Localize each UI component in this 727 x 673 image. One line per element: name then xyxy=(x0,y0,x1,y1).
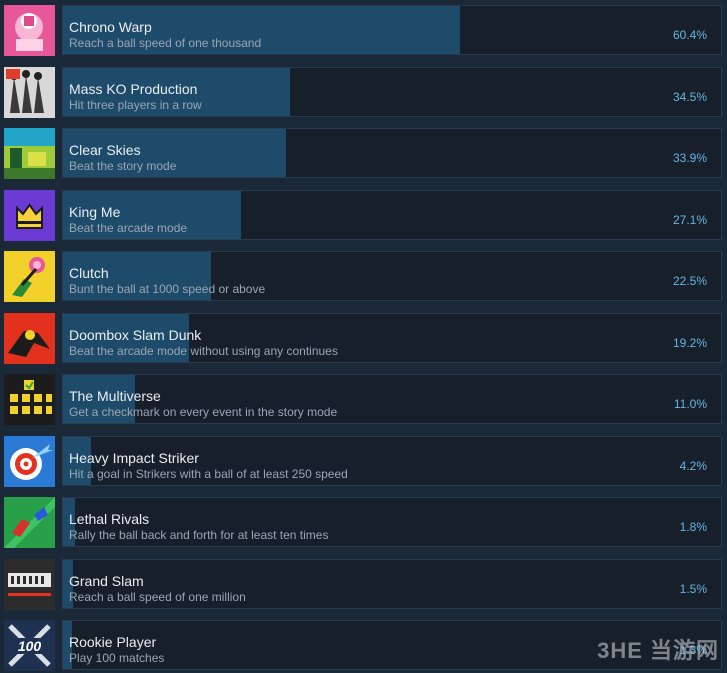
achievement-row[interactable]: Grand Slam Reach a ball speed of one mil… xyxy=(0,554,727,612)
achievement-title: The Multiverse xyxy=(69,388,161,404)
achievement-description: Reach a ball speed of one thousand xyxy=(69,36,262,50)
achievement-title: Clutch xyxy=(69,265,109,281)
achievement-panel: Chrono Warp Reach a ball speed of one th… xyxy=(62,5,722,55)
achievement-title: Lethal Rivals xyxy=(69,511,150,527)
achievement-row[interactable]: Clear Skies Beat the story mode 33.9% xyxy=(0,123,727,181)
achievement-percent: 1.5% xyxy=(679,581,707,596)
achievement-title: Mass KO Production xyxy=(69,80,198,97)
achievement-description: Rally the ball back and forth for at lea… xyxy=(69,528,329,542)
achievement-panel: Grand Slam Reach a ball speed of one mil… xyxy=(62,558,722,609)
target-icon xyxy=(4,435,55,487)
achievement-row[interactable]: Doombox Slam Dunk Beat the arcade mode w… xyxy=(0,308,727,366)
clear-skies-icon xyxy=(4,128,55,179)
achievement-panel: The Multiverse Get a checkmark on every … xyxy=(62,374,722,424)
achievement-panel: Mass KO Production Hit three players in … xyxy=(62,66,722,117)
achievement-description: Beat the arcade mode xyxy=(69,220,188,235)
doombox-icon xyxy=(4,312,55,364)
grand-slam-icon xyxy=(4,558,55,610)
achievement-percent: 27.1% xyxy=(672,212,707,227)
svg-text:100: 100 xyxy=(18,638,42,654)
achievement-row[interactable]: Mass KO Production Hit three players in … xyxy=(0,62,727,120)
achievement-title: Clear Skies xyxy=(69,142,141,158)
achievement-row[interactable]: The Multiverse Get a checkmark on every … xyxy=(0,369,727,427)
achievement-title: Grand Slam xyxy=(69,572,144,589)
achievement-description: Hit three players in a row xyxy=(69,97,202,112)
achievement-percent: 11.0% xyxy=(673,397,707,411)
achievement-row[interactable]: Chrono Warp Reach a ball speed of one th… xyxy=(0,0,727,58)
multiverse-icon xyxy=(4,374,55,425)
achievement-description: Beat the story mode xyxy=(69,159,177,173)
lethal-rivals-icon xyxy=(4,497,55,548)
achievement-title: Heavy Impact Striker xyxy=(69,449,199,466)
chrono-warp-icon xyxy=(4,5,55,56)
achievement-description: Play 100 matches xyxy=(69,651,165,665)
achievement-description: Bunt the ball at 1000 speed or above xyxy=(69,282,266,296)
achievement-percent: 4.2% xyxy=(679,458,707,473)
achievement-row[interactable]: Clutch Bunt the ball at 1000 speed or ab… xyxy=(0,246,727,304)
achievement-panel: Doombox Slam Dunk Beat the arcade mode w… xyxy=(62,312,722,363)
achievement-percent: 19.2% xyxy=(672,335,707,350)
clutch-icon xyxy=(4,251,55,302)
crown-icon xyxy=(4,189,55,241)
achievement-title: King Me xyxy=(69,203,121,220)
achievement-description: Reach a ball speed of one million xyxy=(69,589,246,604)
achievement-row[interactable]: King Me Beat the arcade mode 27.1% xyxy=(0,185,727,243)
achievement-row[interactable]: Heavy Impact Striker Hit a goal in Strik… xyxy=(0,431,727,489)
achievement-percent: 1.8% xyxy=(679,520,707,534)
achievement-title: Doombox Slam Dunk xyxy=(69,326,202,343)
achievement-percent: 33.9% xyxy=(672,151,707,165)
achievement-row[interactable]: Lethal Rivals Rally the ball back and fo… xyxy=(0,492,727,550)
achievement-percent: 60.4% xyxy=(672,28,707,42)
achievement-panel: Clear Skies Beat the story mode 33.9% xyxy=(62,128,722,178)
achievement-description: Get a checkmark on every event in the st… xyxy=(69,405,338,419)
achievement-panel: Clutch Bunt the ball at 1000 speed or ab… xyxy=(62,251,722,301)
achievement-title: Chrono Warp xyxy=(69,19,152,35)
watermark-logo: 3HE 当游网 xyxy=(597,638,719,663)
achievement-description: Beat the arcade mode without using any c… xyxy=(69,343,338,358)
bats-100-icon: 100 xyxy=(4,620,55,671)
achievement-percent: 22.5% xyxy=(672,274,707,288)
mass-ko-icon xyxy=(4,66,55,118)
achievement-title: Rookie Player xyxy=(69,634,157,650)
achievement-description: Hit a goal in Strikers with a ball of at… xyxy=(69,466,348,481)
achievement-panel: Heavy Impact Striker Hit a goal in Strik… xyxy=(62,435,722,486)
achievement-percent: 34.5% xyxy=(672,89,707,104)
achievement-panel: King Me Beat the arcade mode 27.1% xyxy=(62,189,722,240)
achievement-panel: Lethal Rivals Rally the ball back and fo… xyxy=(62,497,722,547)
